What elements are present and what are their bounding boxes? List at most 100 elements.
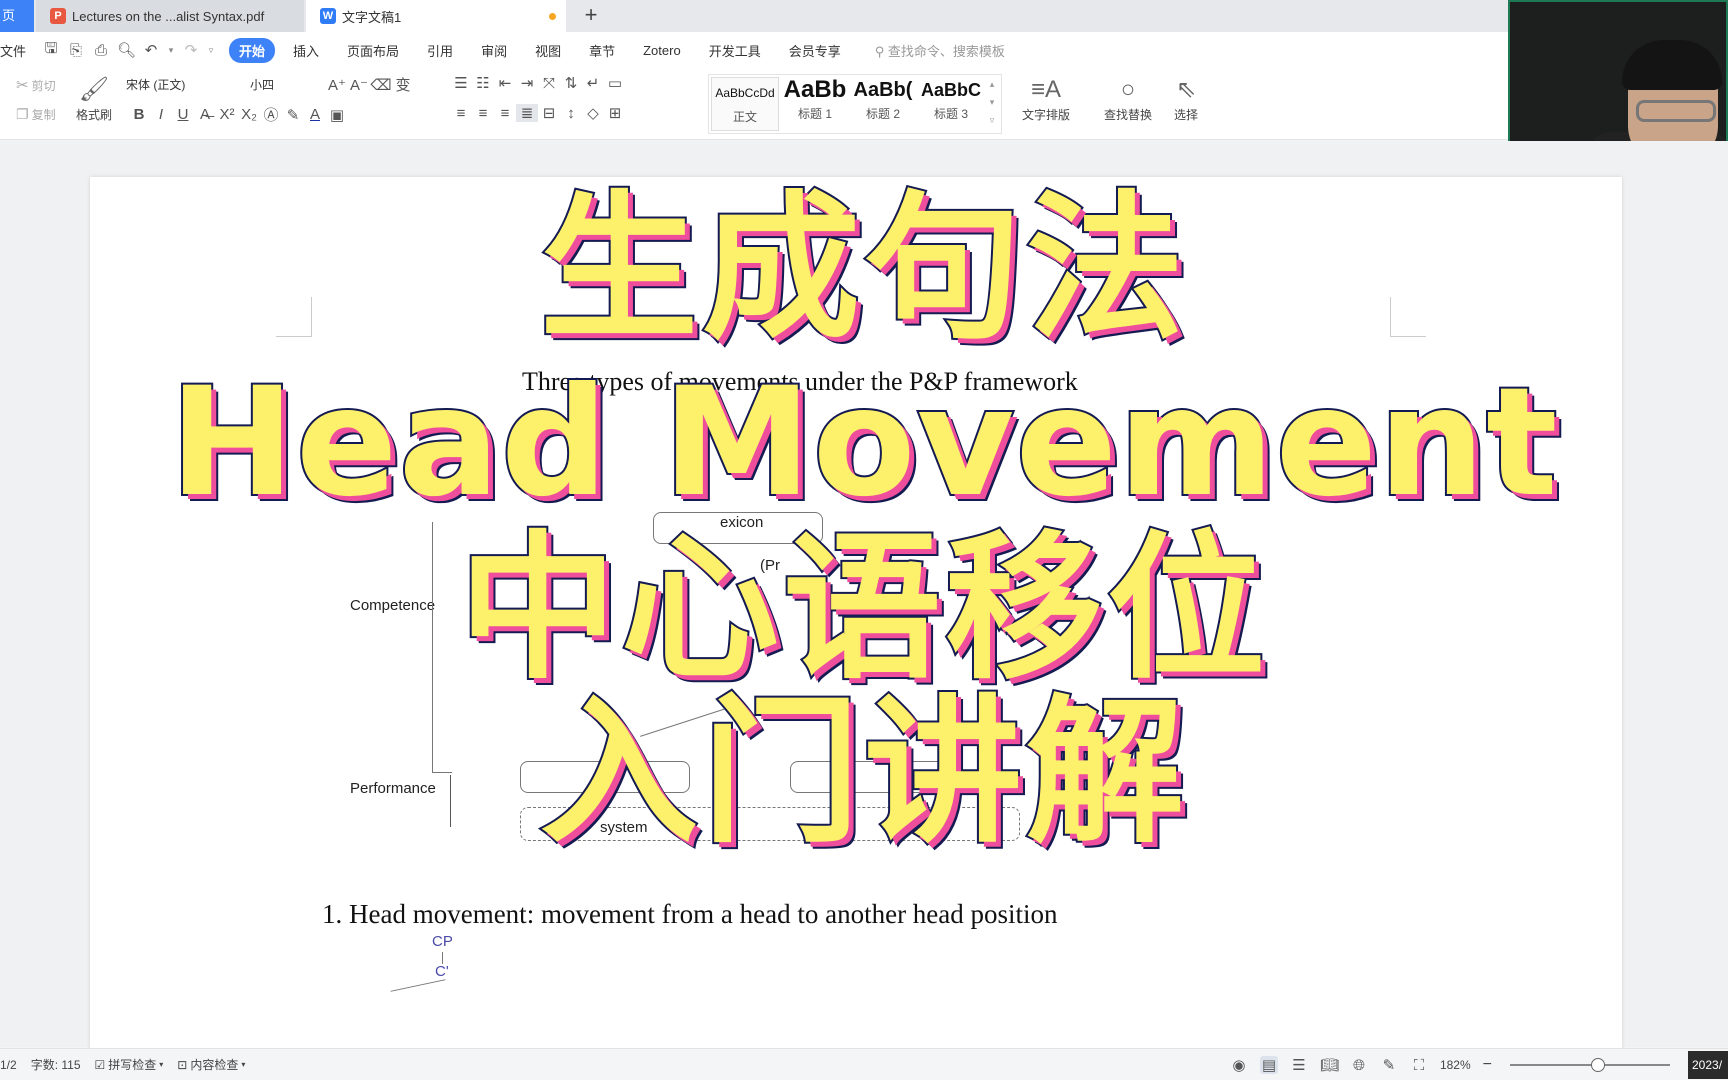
menu-tab-zotero[interactable]: Zotero (643, 43, 681, 58)
word-count[interactable]: 字数: 115 (31, 1056, 81, 1073)
table-tools-icon[interactable]: ▭ (604, 74, 626, 92)
tab-pdf-document[interactable]: P Lectures on the ...alist Syntax.pdf (36, 0, 304, 32)
taskbar-date: 2023/ (1688, 1051, 1728, 1079)
bullet-list-icon[interactable]: ☰ (450, 74, 472, 92)
content-check-button[interactable]: ⊡ 内容检查 ▾ (177, 1056, 245, 1073)
diagram-text-pr: (Pr (760, 557, 780, 574)
borders-icon[interactable]: ⊞ (604, 104, 626, 122)
format-painter-button[interactable]: 🖌︎ 格式刷 (72, 74, 116, 123)
eye-protection-icon[interactable]: ◉ (1230, 1056, 1248, 1074)
menu-tab-references[interactable]: 引用 (427, 41, 453, 60)
sort-icon[interactable]: ⇅ (560, 74, 582, 92)
menu-bar: 文件 🖫 ⎘ ⎙ 🔍︎ ↶ ▾ ↷ ▿ 开始 插入 页面布局 引用 审阅 视图 … (0, 32, 1508, 68)
menu-tab-page-layout[interactable]: 页面布局 (347, 41, 399, 60)
page-indicator[interactable]: 1/2 (0, 1058, 17, 1072)
zoom-slider-thumb[interactable] (1591, 1058, 1605, 1072)
italic-icon[interactable]: I (150, 106, 172, 123)
superscript-icon[interactable]: X² (216, 106, 238, 123)
undo-icon[interactable]: ↶ (142, 41, 160, 59)
document-page[interactable]: Three types of movements under the P&P f… (90, 177, 1622, 1077)
menu-tab-review[interactable]: 审阅 (481, 41, 507, 60)
status-bar: 1/2 字数: 115 ☑ 拼写检查 ▾ ⊡ 内容检查 ▾ ◉ ▤ ☰ 📖︎ 🌐… (0, 1048, 1728, 1080)
font-name-select[interactable]: 宋体 (正文) (126, 76, 250, 96)
diagram-arrow-line (640, 708, 726, 737)
underline-icon[interactable]: U (172, 106, 194, 123)
undo-dropdown-icon[interactable]: ▾ (167, 45, 175, 56)
shading-icon[interactable]: ◇ (582, 104, 604, 122)
menu-tab-insert[interactable]: 插入 (293, 41, 319, 60)
style-preview: AaBbCcDd (715, 86, 775, 100)
decrease-indent-icon[interactable]: ⇤ (494, 74, 516, 92)
style-heading-1[interactable]: AaBb 标题 1 (781, 75, 849, 133)
print-icon[interactable]: ⎙ (92, 42, 110, 59)
font-tools-row: A⁺ A⁻ ⌫ 变 (326, 74, 414, 95)
outline-view-icon[interactable]: ☰ (1290, 1056, 1308, 1074)
diagram-box-performance (520, 807, 1020, 841)
style-normal[interactable]: AaBbCcDd 正文 (711, 77, 779, 131)
show-marks-icon[interactable]: ↵ (582, 74, 604, 92)
increase-indent-icon[interactable]: ⇥ (516, 74, 538, 92)
command-search[interactable]: ⚲ 查找命令、搜索模板 (875, 41, 1005, 60)
zoom-out-button[interactable]: − (1483, 1056, 1492, 1074)
chinese-layout-icon[interactable]: ⤧ (538, 75, 560, 92)
text-effect-icon[interactable]: Ⓐ (260, 104, 282, 125)
align-right-icon[interactable]: ≡ (494, 105, 516, 122)
menu-tab-developer[interactable]: 开发工具 (709, 41, 761, 60)
strikethrough-icon[interactable]: A̶ (194, 106, 216, 123)
style-heading-2[interactable]: AaBb( 标题 2 (849, 75, 917, 133)
new-tab-button[interactable]: + (580, 0, 602, 32)
zoom-slider[interactable] (1510, 1058, 1670, 1072)
menu-tab-membership[interactable]: 会员专享 (789, 41, 841, 60)
zoom-level[interactable]: 182% (1440, 1058, 1471, 1072)
reading-view-icon[interactable]: 📖︎ (1320, 1056, 1339, 1074)
find-replace-button[interactable]: ○ 查找替换 (1096, 74, 1160, 123)
align-center-icon[interactable]: ≡ (472, 105, 494, 122)
pen-icon[interactable]: ✎ (1380, 1056, 1398, 1074)
diagram-bracket-line (432, 522, 433, 772)
wps-writer-icon: W (320, 8, 336, 24)
menu-file[interactable]: 文件 (0, 41, 26, 60)
ribbon-tabs: 开始 插入 页面布局 引用 审阅 视图 章节 Zotero 开发工具 会员专享 … (229, 37, 1005, 63)
highlight-icon[interactable]: ✎ (282, 106, 304, 124)
diagram-box (520, 761, 690, 793)
margin-corner-mark (1390, 297, 1426, 337)
styles-scroll[interactable]: ▴ ▾ ▿ (985, 75, 999, 133)
page-view-icon[interactable]: ▤ (1259, 1056, 1278, 1074)
bold-icon[interactable]: B (128, 106, 150, 123)
character-border-icon[interactable]: ▣ (326, 106, 348, 124)
align-left-icon[interactable]: ≡ (450, 105, 472, 122)
web-view-icon[interactable]: 🌐︎ (1350, 1057, 1368, 1074)
save-icon[interactable]: 🖫 (42, 38, 60, 63)
chevron-down-icon: ▾ (241, 1060, 246, 1069)
menu-tab-view[interactable]: 视图 (535, 41, 561, 60)
numbered-list-icon[interactable]: ☷ (472, 74, 494, 92)
menu-tab-section[interactable]: 章节 (589, 41, 615, 60)
pdf-icon: P (50, 8, 66, 24)
text-layout-button[interactable]: ≡A 文字排版 (1016, 74, 1076, 123)
style-heading-3[interactable]: AaBbC 标题 3 (917, 75, 985, 133)
phonetic-guide-icon[interactable]: 变 (392, 74, 414, 95)
font-size-select[interactable]: 小四 (250, 76, 320, 96)
export-pdf-icon[interactable]: ⎘ (67, 42, 85, 59)
print-preview-icon[interactable]: 🔍︎ (117, 41, 136, 59)
copy-button[interactable]: ❐ 复制 (16, 106, 56, 123)
redo-icon[interactable]: ↷ (182, 41, 200, 59)
select-button[interactable]: ⇖ 选择 (1166, 74, 1206, 123)
justify-icon[interactable]: ≣ (516, 104, 538, 122)
font-color-icon[interactable]: A (304, 106, 326, 123)
spell-check-button[interactable]: ☑ 拼写检查 ▾ (95, 1056, 164, 1073)
fit-page-icon[interactable]: ⛶ (1410, 1057, 1428, 1074)
grow-font-icon[interactable]: A⁺ (326, 76, 348, 94)
tab-home[interactable]: 页 (0, 0, 34, 32)
shrink-font-icon[interactable]: A⁻ (348, 76, 370, 94)
content-check-label: 内容检查 (190, 1058, 239, 1072)
tab-writer-document[interactable]: W 文字文稿1 (306, 0, 566, 32)
distributed-icon[interactable]: ⊟ (538, 104, 560, 122)
customize-dropdown-icon[interactable]: ▿ (207, 45, 215, 56)
menu-tab-home[interactable]: 开始 (229, 37, 276, 63)
clear-format-icon[interactable]: ⌫ (370, 76, 392, 94)
line-spacing-icon[interactable]: ↕ (560, 105, 582, 122)
cut-button[interactable]: ✂ 剪切 (16, 76, 56, 94)
tab-label: 文字文稿1 (342, 9, 402, 25)
subscript-icon[interactable]: X₂ (238, 106, 260, 123)
